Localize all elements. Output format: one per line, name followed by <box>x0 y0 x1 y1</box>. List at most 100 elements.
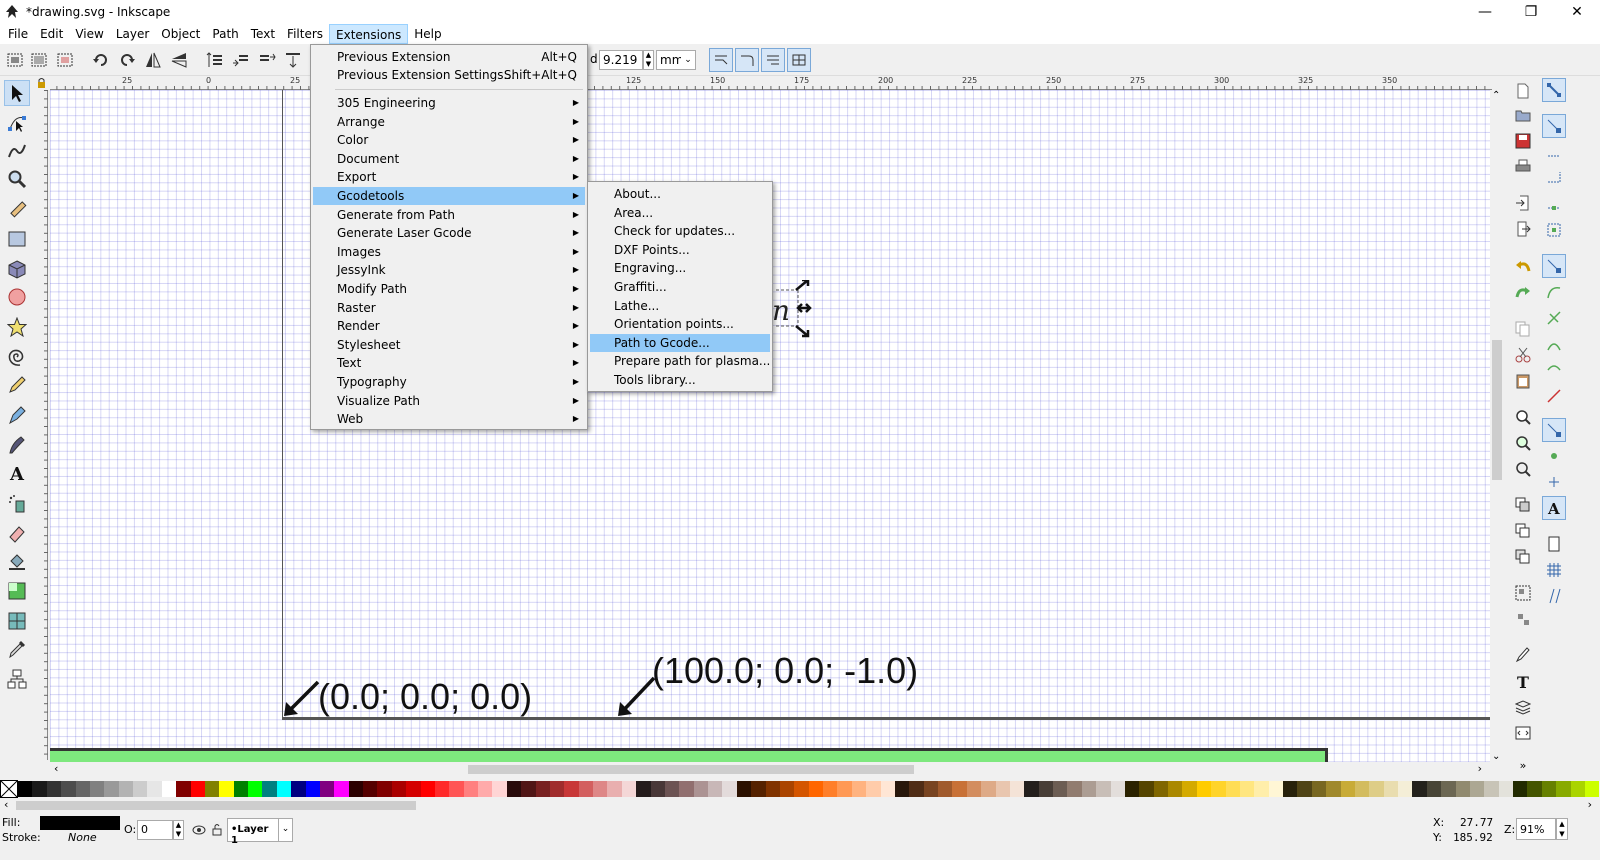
color-swatch[interactable] <box>377 781 392 797</box>
color-swatch[interactable] <box>1369 781 1384 797</box>
snap-line-midpoints-button[interactable] <box>1542 384 1566 408</box>
lower-icon[interactable] <box>258 51 276 69</box>
raise-icon[interactable] <box>232 51 250 69</box>
calligraphy-tool[interactable] <box>4 432 30 458</box>
color-swatch[interactable] <box>262 781 277 797</box>
color-swatch[interactable] <box>593 781 608 797</box>
color-swatch[interactable] <box>1110 781 1125 797</box>
text-font-button[interactable]: T <box>1512 670 1534 692</box>
transform-patterns-button[interactable] <box>787 48 811 72</box>
menu-item-modify-path[interactable]: Modify Path ▶ <box>313 280 585 298</box>
color-swatch[interactable] <box>118 781 133 797</box>
color-swatch[interactable] <box>1513 781 1528 797</box>
color-swatch[interactable] <box>291 781 306 797</box>
menu-help[interactable]: Help <box>408 24 447 44</box>
color-swatch[interactable] <box>363 781 378 797</box>
color-swatch[interactable] <box>61 781 76 797</box>
color-swatch[interactable] <box>506 781 522 797</box>
menu-item-jessyink[interactable]: JessyInk ▶ <box>313 261 585 279</box>
color-swatch[interactable] <box>18 781 33 797</box>
color-swatch[interactable] <box>334 781 349 797</box>
minimize-button[interactable]: — <box>1462 0 1508 24</box>
color-swatch[interactable] <box>1168 781 1183 797</box>
color-swatch[interactable] <box>1211 781 1226 797</box>
menu-object[interactable]: Object <box>155 24 206 44</box>
color-swatch[interactable] <box>607 781 622 797</box>
rotate-cw-icon[interactable] <box>118 51 136 69</box>
color-swatch[interactable] <box>751 781 766 797</box>
stretch-handle-icon[interactable] <box>796 303 812 313</box>
menu-extensions[interactable]: Extensions <box>329 24 409 44</box>
submenu-item-tools-library[interactable]: Tools library... <box>590 371 770 389</box>
color-swatch[interactable] <box>636 781 651 797</box>
color-swatch[interactable] <box>650 781 665 797</box>
color-swatch[interactable] <box>1354 781 1370 797</box>
menu-item-document[interactable]: Document ▶ <box>313 150 585 168</box>
ellipse-tool[interactable] <box>4 284 30 310</box>
snap-page-border-button[interactable] <box>1542 532 1566 556</box>
save-button[interactable] <box>1512 130 1534 152</box>
submenu-item-lathe[interactable]: Lathe... <box>590 297 770 315</box>
menu-item-stylesheet[interactable]: Stylesheet ▶ <box>313 336 585 354</box>
fill-stroke-button[interactable] <box>1512 644 1534 666</box>
menu-item-generate-laser-gcode[interactable]: Generate Laser Gcode ▶ <box>313 224 585 242</box>
color-swatch[interactable] <box>679 781 694 797</box>
color-swatch[interactable] <box>1053 781 1068 797</box>
scale-handle-icon[interactable] <box>795 280 810 291</box>
submenu-item-check-for-updates[interactable]: Check for updates... <box>590 222 770 240</box>
scroll-left-icon[interactable]: ‹ <box>54 762 58 775</box>
snap-cusp-nodes-button[interactable] <box>1542 332 1566 356</box>
color-swatch[interactable] <box>995 781 1010 797</box>
color-swatch[interactable] <box>564 781 579 797</box>
layer-visibility-icon[interactable] <box>192 824 206 836</box>
zoom-tool[interactable] <box>4 166 30 192</box>
submenu-item-graffiti[interactable]: Graffiti... <box>590 278 770 296</box>
origin-coordinate-label[interactable]: (0.0; 0.0; 0.0) <box>318 676 532 718</box>
snap-object-center-button[interactable] <box>1542 444 1566 468</box>
menu-item-images[interactable]: Images ▶ <box>313 243 585 261</box>
color-swatch[interactable] <box>621 781 637 797</box>
menu-edit[interactable]: Edit <box>34 24 69 44</box>
color-swatch[interactable] <box>1268 781 1283 797</box>
color-swatch[interactable] <box>319 781 335 797</box>
selector-tool[interactable] <box>4 80 30 106</box>
transform-gradients-button[interactable] <box>761 48 785 72</box>
duplicate-button[interactable] <box>1512 494 1534 516</box>
color-swatch[interactable] <box>664 781 680 797</box>
menu-item-raster[interactable]: Raster ▶ <box>313 299 585 317</box>
color-swatch[interactable] <box>204 781 220 797</box>
color-swatch[interactable] <box>549 781 565 797</box>
snap-intersections-button[interactable] <box>1542 306 1566 330</box>
snap-bbox-button[interactable] <box>1542 114 1566 138</box>
rotate-ccw-icon[interactable] <box>92 51 110 69</box>
print-button[interactable] <box>1512 156 1534 178</box>
zoom-input[interactable]: 91% <box>1516 818 1556 840</box>
fill-swatch[interactable] <box>40 816 120 830</box>
snap-toggle-button[interactable] <box>1542 78 1566 102</box>
color-swatch[interactable] <box>1455 781 1470 797</box>
color-swatch[interactable] <box>391 781 407 797</box>
units-dropdown-icon[interactable]: ⌄ <box>681 50 696 70</box>
pen-tool[interactable] <box>4 402 30 428</box>
opacity-input[interactable]: 0 <box>137 820 173 840</box>
color-swatch[interactable] <box>894 781 910 797</box>
menu-path[interactable]: Path <box>206 24 244 44</box>
color-swatch[interactable] <box>1254 781 1269 797</box>
spiral-tool[interactable] <box>4 344 30 370</box>
rectangle-tool[interactable] <box>4 226 30 252</box>
color-swatch[interactable] <box>1584 781 1600 797</box>
color-swatch[interactable] <box>1484 781 1499 797</box>
menu-item-305-engineering[interactable]: 305 Engineering ▶ <box>313 94 585 112</box>
spray-tool[interactable] <box>4 490 30 516</box>
color-swatch[interactable] <box>1326 781 1341 797</box>
menu-item-color[interactable]: Color ▶ <box>313 131 585 149</box>
menu-item-text[interactable]: Text ▶ <box>313 354 585 372</box>
opacity-spinner[interactable]: ▲ ▼ <box>173 820 184 840</box>
zoom-drawing-button[interactable] <box>1512 432 1534 454</box>
snap-bbox-corner-button[interactable] <box>1542 166 1566 190</box>
snap-smooth-nodes-button[interactable] <box>1542 358 1566 382</box>
menu-layer[interactable]: Layer <box>110 24 155 44</box>
scale-stroke-button[interactable] <box>709 48 733 72</box>
scale-corners-button[interactable] <box>735 48 759 72</box>
mesh-tool[interactable] <box>4 608 30 634</box>
